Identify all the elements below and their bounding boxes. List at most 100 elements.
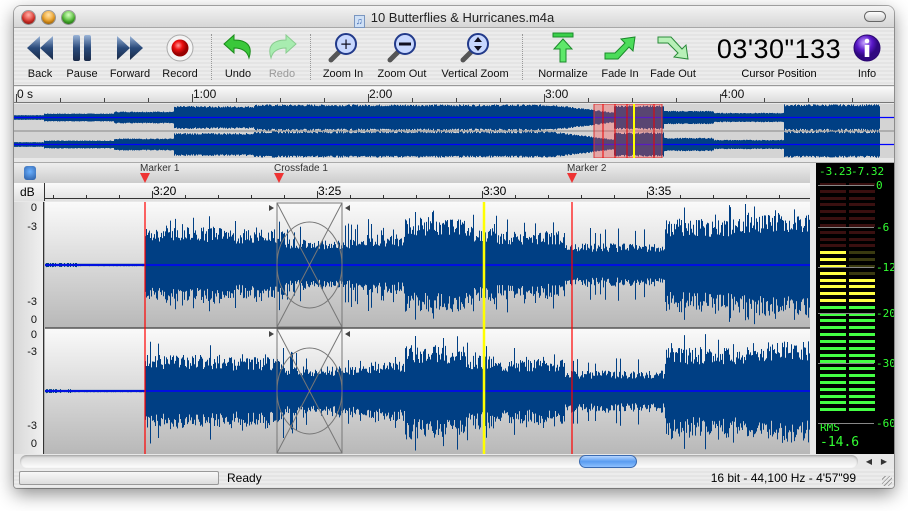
meter-scale-tick	[818, 227, 874, 228]
meter-left-segment	[820, 237, 846, 241]
svg-text:+: +	[340, 35, 353, 53]
marker-2[interactable]: Marker 2	[567, 163, 606, 183]
ruler-tick	[779, 195, 780, 199]
undo-label: Undo	[224, 68, 252, 80]
meter-scale-tick	[818, 363, 874, 364]
ruler-tick	[713, 195, 714, 199]
pause-button[interactable]: Pause	[62, 31, 102, 83]
ruler-tick	[284, 195, 285, 199]
ruler-tick	[350, 195, 351, 199]
meter-scale-label: -12	[876, 261, 894, 274]
info-button[interactable]: Info	[848, 31, 886, 83]
ruler-tick	[317, 191, 318, 199]
meter-right-segment	[849, 292, 875, 296]
ruler-tick	[104, 98, 105, 102]
marker-flag-icon[interactable]	[140, 173, 150, 183]
toolbar: Back Pause Forward Record Undo Redo + Zo…	[14, 28, 894, 86]
meter-left-segment	[820, 278, 846, 282]
meter-left-segment	[820, 258, 846, 262]
marker-flag-icon[interactable]	[274, 173, 284, 183]
undo-button[interactable]: Undo	[218, 31, 258, 83]
scroll-thumb[interactable]	[579, 455, 637, 468]
meter-right-segment	[849, 285, 875, 289]
ruler-tick	[581, 195, 582, 199]
ruler-tick	[368, 94, 369, 102]
overview-waveform[interactable]	[14, 104, 894, 158]
overview-ruler-label: 2:00	[369, 87, 393, 101]
waveform-view[interactable]	[45, 202, 810, 454]
scroll-track[interactable]	[20, 455, 858, 468]
ruler-label: 3:25	[318, 184, 342, 198]
ruler-tick	[236, 98, 237, 102]
overview-visible-range[interactable]	[593, 104, 663, 158]
zoom-in-button[interactable]: + Zoom In	[316, 31, 370, 83]
ruler-tick	[192, 94, 193, 102]
vertical-zoom-label: Vertical Zoom	[441, 68, 509, 80]
meter-left-segment	[820, 408, 846, 412]
ruler-tick	[412, 98, 413, 102]
back-button[interactable]: Back	[20, 31, 60, 83]
ruler-tick	[680, 195, 681, 199]
meter-left-segment	[820, 394, 846, 398]
record-label: Record	[162, 68, 198, 80]
fade-in-icon	[604, 36, 636, 60]
ruler-tick	[746, 195, 747, 199]
meter-scale-label: -30	[876, 357, 894, 370]
scroll-left-arrow[interactable]: ◀	[862, 455, 876, 468]
ruler-tick	[456, 98, 457, 102]
horizontal-scrollbar[interactable]: ◀ ▶	[14, 454, 894, 469]
ruler-tick	[251, 195, 252, 199]
normalize-button[interactable]: Normalize	[532, 31, 594, 83]
meter-left-segment	[820, 367, 846, 371]
meter-right-segment	[849, 244, 875, 248]
meter-left-segment	[820, 346, 846, 350]
overview-waveform-svg	[14, 104, 894, 158]
scroll-right-arrow[interactable]: ▶	[877, 455, 891, 468]
vertical-zoom-button[interactable]: Vertical Zoom	[436, 31, 514, 83]
meter-right-segment	[849, 353, 875, 357]
record-icon	[166, 34, 194, 62]
marker-1[interactable]: Marker 1	[140, 163, 179, 183]
meter-scale-tick	[818, 267, 874, 268]
meter-right-segment	[849, 299, 875, 302]
meter-right-segment	[849, 237, 875, 241]
db-unit-label: dB	[20, 185, 35, 199]
redo-button[interactable]: Redo	[262, 31, 302, 83]
redo-label: Redo	[268, 68, 296, 80]
ruler-tick	[185, 195, 186, 199]
zoom-in-icon: +	[328, 33, 357, 63]
resize-grip[interactable]	[882, 476, 892, 486]
overview-ruler-label: 0 s	[17, 87, 34, 101]
db-label: 0	[30, 329, 37, 341]
ruler-tick	[119, 195, 120, 199]
normalize-label: Normalize	[538, 68, 588, 80]
meter-right-segment	[849, 258, 875, 262]
fade-in-button[interactable]: Fade In	[598, 31, 642, 83]
ruler-tick	[588, 98, 589, 102]
meter-left-segment	[820, 251, 846, 255]
toolbar-separator	[211, 34, 212, 80]
fade-out-button[interactable]: Fade Out	[646, 31, 700, 83]
ruler-tick	[515, 195, 516, 199]
meter-right-segment	[849, 271, 875, 275]
meter-right-segment	[849, 387, 875, 391]
meter-left-segment	[820, 210, 846, 214]
meter-right-segment	[849, 278, 875, 282]
cursor-position-label: Cursor Position	[741, 68, 817, 80]
meter-right-segment	[849, 189, 875, 193]
meter-left-segment	[820, 244, 846, 248]
toolbar-separator	[522, 34, 523, 80]
forward-button[interactable]: Forward	[106, 31, 154, 83]
meter-left-segment	[820, 374, 846, 378]
meter-left-segment	[820, 230, 846, 234]
meter-right-segment	[849, 217, 875, 221]
meter-scale-label: -60	[876, 417, 894, 430]
rewind-icon	[27, 36, 53, 60]
pause-icon	[73, 35, 91, 61]
zoom-out-button[interactable]: Zoom Out	[372, 31, 432, 83]
crossfade-1[interactable]: Crossfade 1	[274, 163, 328, 183]
vertical-zoom-icon	[460, 33, 489, 63]
toolbar-toggle-button[interactable]	[864, 11, 886, 22]
marker-flag-icon[interactable]	[567, 173, 577, 183]
record-button[interactable]: Record	[158, 31, 202, 83]
